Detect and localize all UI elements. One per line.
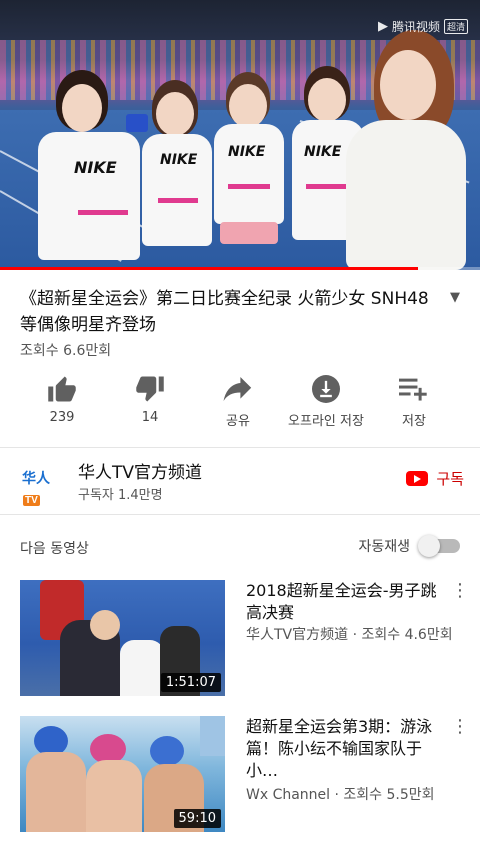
offline-save-button[interactable]: 오프라인 저장 xyxy=(276,372,376,429)
shirt-stripe xyxy=(158,198,198,203)
offline-save-label: 오프라인 저장 xyxy=(288,414,364,429)
recommended-title: 2018超新星全运会-男子跳高决赛 xyxy=(246,581,437,622)
watermark-text: 腾讯视频 xyxy=(391,20,440,34)
nike-logo: NIKE xyxy=(304,144,342,160)
autoplay-toggle[interactable] xyxy=(418,535,460,557)
channel-row[interactable]: 华人 TV 华人TV官方频道 구독자 1.4만명 구독 xyxy=(0,448,480,514)
download-icon xyxy=(276,372,376,406)
toggle-knob xyxy=(418,535,440,557)
share-button[interactable]: 공유 xyxy=(188,372,288,429)
play-logo-icon: ▶ xyxy=(377,19,388,34)
video-duration: 1:51:07 xyxy=(160,673,221,692)
channel-name: 华人TV官方频道 xyxy=(78,463,203,483)
action-bar: 239 14 공유 오프라인 저장 저장 xyxy=(0,372,480,432)
avatar-text: 华人 xyxy=(22,470,50,486)
channel-avatar[interactable]: 华人 TV xyxy=(22,468,62,506)
thumbnail-figure xyxy=(26,752,86,832)
recommended-video[interactable]: 59:10 超新星全运会第3期：游泳篇！陈小纭不输国家队于小… Wx Chann… xyxy=(20,716,470,832)
recommended-meta: Wx Channel · 조회수 5.5만회 xyxy=(246,787,435,803)
recommended-meta: 华人TV官方频道 · 조회수 4.6만회 xyxy=(246,627,453,643)
youtube-play-icon xyxy=(406,471,429,486)
save-to-playlist-button[interactable]: 저장 xyxy=(364,372,464,429)
video-title-row[interactable]: 《超新星全运会》第二日比赛全纪录 火箭少女 SNH48 等偶像明星齐登场 ▼ xyxy=(20,286,460,338)
like-count: 239 xyxy=(49,410,75,425)
thumbnail-figure xyxy=(86,760,142,832)
thumbnail-logo-panel xyxy=(200,716,225,756)
more-options-icon[interactable]: ⋮ xyxy=(450,582,470,600)
host xyxy=(340,30,480,270)
dislike-count: 14 xyxy=(141,410,159,425)
like-button[interactable]: 239 xyxy=(12,372,112,425)
subscriber-count: 구독자 1.4만명 xyxy=(78,488,163,503)
thumbs-down-icon xyxy=(100,372,200,406)
thumbs-up-icon xyxy=(12,372,112,406)
recommended-title: 超新星全运会第3期：游泳篇！陈小纭不输国家队于小… xyxy=(246,717,433,780)
video-watermark: ▶ 腾讯视频 超清 xyxy=(378,18,468,35)
recommended-video[interactable]: 1:51:07 2018超新星全运会-男子跳高决赛 华人TV官方频道 · 조회수… xyxy=(20,580,470,696)
nike-logo: NIKE xyxy=(160,152,198,168)
save-label: 저장 xyxy=(402,414,426,429)
divider xyxy=(0,514,480,515)
autoplay-label: 자동재생 xyxy=(358,539,410,555)
video-duration: 59:10 xyxy=(173,809,221,828)
video-thumbnail[interactable]: 59:10 xyxy=(20,716,225,832)
thumbnail-figure xyxy=(150,736,184,766)
dislike-button[interactable]: 14 xyxy=(100,372,200,425)
shirt-stripe xyxy=(78,210,128,215)
video-title: 《超新星全运会》第二日比赛全纪录 火箭少女 SNH48 等偶像明星齐登场 xyxy=(20,289,429,335)
nike-logo: NIKE xyxy=(228,144,266,160)
thumbnail-figure xyxy=(90,610,120,640)
performer-3: NIKE xyxy=(214,72,284,270)
performer-1: NIKE xyxy=(38,70,148,270)
more-options-icon[interactable]: ⋮ xyxy=(450,718,470,736)
nike-logo: NIKE xyxy=(74,158,117,177)
shorts xyxy=(220,222,278,244)
view-count: 조회수 6.6만회 xyxy=(20,343,112,359)
subscribe-label: 구독 xyxy=(436,470,464,488)
avatar-badge: TV xyxy=(23,495,40,506)
progress-bar[interactable] xyxy=(0,267,480,270)
autoplay-control: 자동재생 xyxy=(358,535,460,557)
subscribe-button[interactable]: 구독 xyxy=(406,468,464,489)
performer-2: NIKE xyxy=(142,80,214,270)
progress-fill xyxy=(0,267,418,270)
share-icon xyxy=(188,372,288,406)
video-player[interactable]: NIKE NIKE NIKE NIKE ▶ 腾讯视频 超清 xyxy=(0,0,480,270)
playlist-add-icon xyxy=(364,372,464,406)
share-label: 공유 xyxy=(226,414,250,429)
watermark-badge: 超清 xyxy=(443,19,468,34)
expand-description-icon[interactable]: ▼ xyxy=(450,290,460,305)
up-next-label: 다음 동영상 xyxy=(20,541,89,557)
shirt-stripe xyxy=(228,184,270,189)
video-thumbnail[interactable]: 1:51:07 xyxy=(20,580,225,696)
thumbnail-figure xyxy=(120,640,164,696)
